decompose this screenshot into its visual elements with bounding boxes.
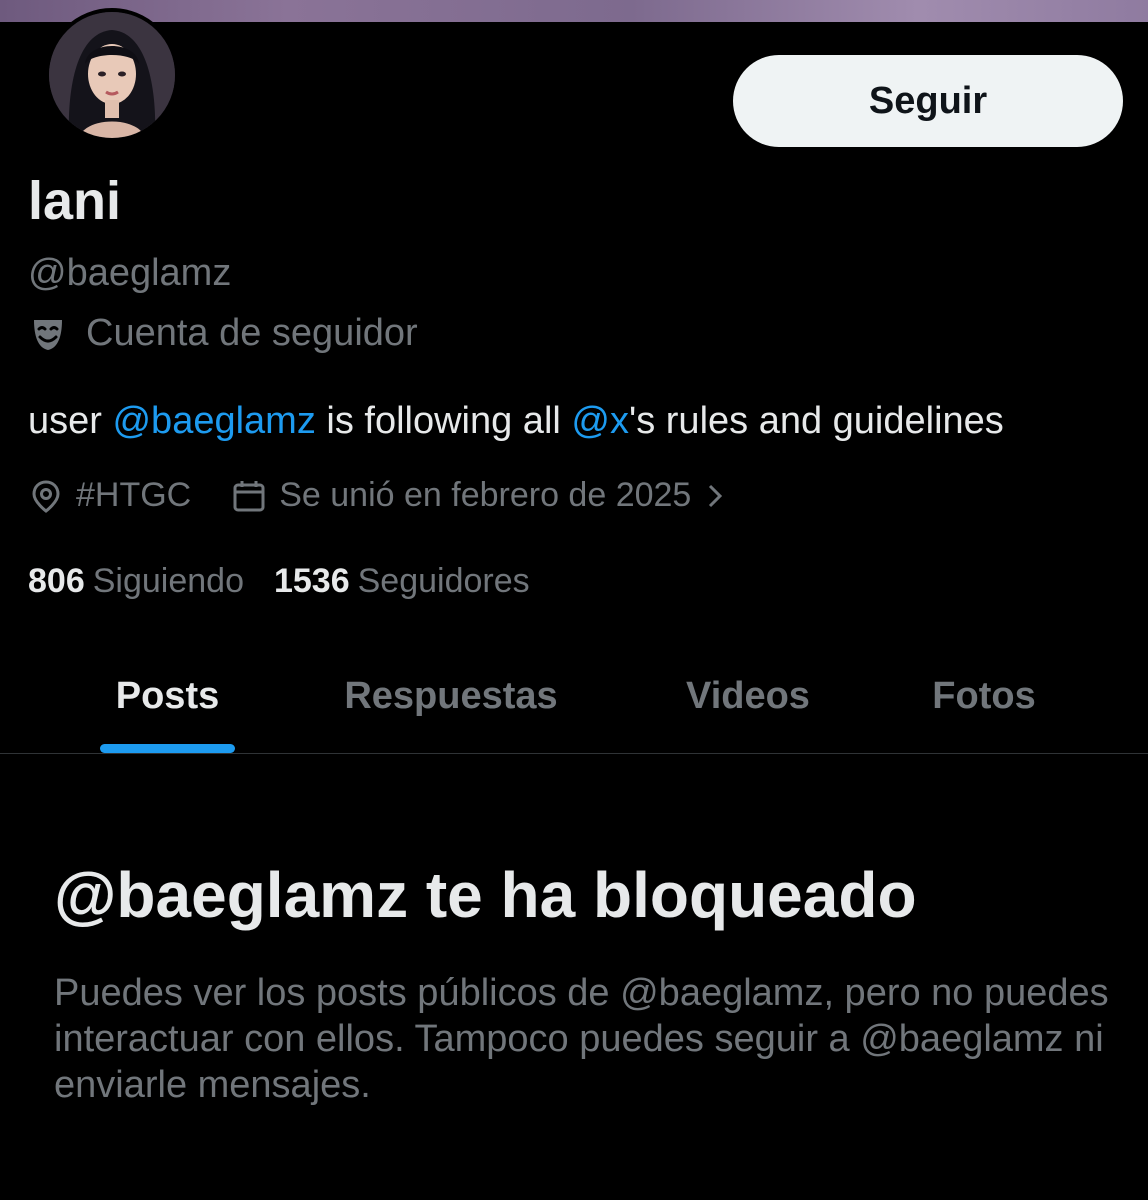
follow-button[interactable]: Seguir — [733, 55, 1123, 147]
avatar[interactable] — [45, 8, 179, 142]
chevron-right-icon — [705, 481, 725, 511]
bio-text: 's rules and guidelines — [628, 400, 1004, 442]
following-label: Siguiendo — [92, 562, 244, 600]
profile-location: #HTGC — [28, 476, 191, 515]
account-type-label: Cuenta de seguidor — [28, 312, 418, 355]
tab-fotos[interactable]: Fotos — [910, 640, 1058, 752]
tab-posts[interactable]: Posts — [100, 640, 235, 752]
blocked-message: Puedes ver los posts públicos de @baegla… — [54, 972, 1109, 1106]
followers-label: Seguidores — [357, 562, 530, 600]
joined-date-link[interactable]: Se unió en febrero de 2025 — [231, 476, 725, 515]
profile-meta: #HTGC Se unió en febrero de 2025 — [28, 476, 765, 515]
tab-videos[interactable]: Videos — [660, 640, 836, 752]
joined-text: Se unió en febrero de 2025 — [279, 476, 692, 514]
profile-bio: user @baeglamz is following all @x's rul… — [28, 400, 1004, 443]
bio-text: user — [28, 400, 113, 442]
profile-tabs: Posts Respuestas Videos Fotos — [0, 640, 1148, 754]
calendar-icon — [231, 477, 269, 515]
followers-link[interactable]: 1536 Seguidores — [274, 562, 530, 601]
blocked-title: @baeglamz te ha bloqueado — [54, 859, 917, 931]
following-count: 806 — [28, 562, 85, 600]
mask-icon — [28, 313, 70, 355]
profile-banner[interactable] — [0, 0, 1148, 22]
bio-mention-link[interactable]: @x — [571, 400, 629, 442]
profile-handle: @baeglamz — [28, 252, 232, 294]
bio-mention-link[interactable]: @baeglamz — [112, 400, 315, 442]
tab-respuestas[interactable]: Respuestas — [320, 640, 582, 752]
location-text: #HTGC — [76, 476, 192, 514]
followers-count: 1536 — [273, 562, 350, 600]
active-tab-indicator — [100, 744, 235, 753]
account-type-text: Cuenta de seguidor — [86, 312, 418, 354]
profile-stats: 806 Siguiendo 1536 Seguidores — [28, 562, 560, 601]
bio-text: is following all — [315, 400, 572, 442]
following-link[interactable]: 806 Siguiendo — [28, 562, 244, 601]
display-name: lani — [28, 171, 122, 231]
location-pin-icon — [28, 477, 66, 515]
